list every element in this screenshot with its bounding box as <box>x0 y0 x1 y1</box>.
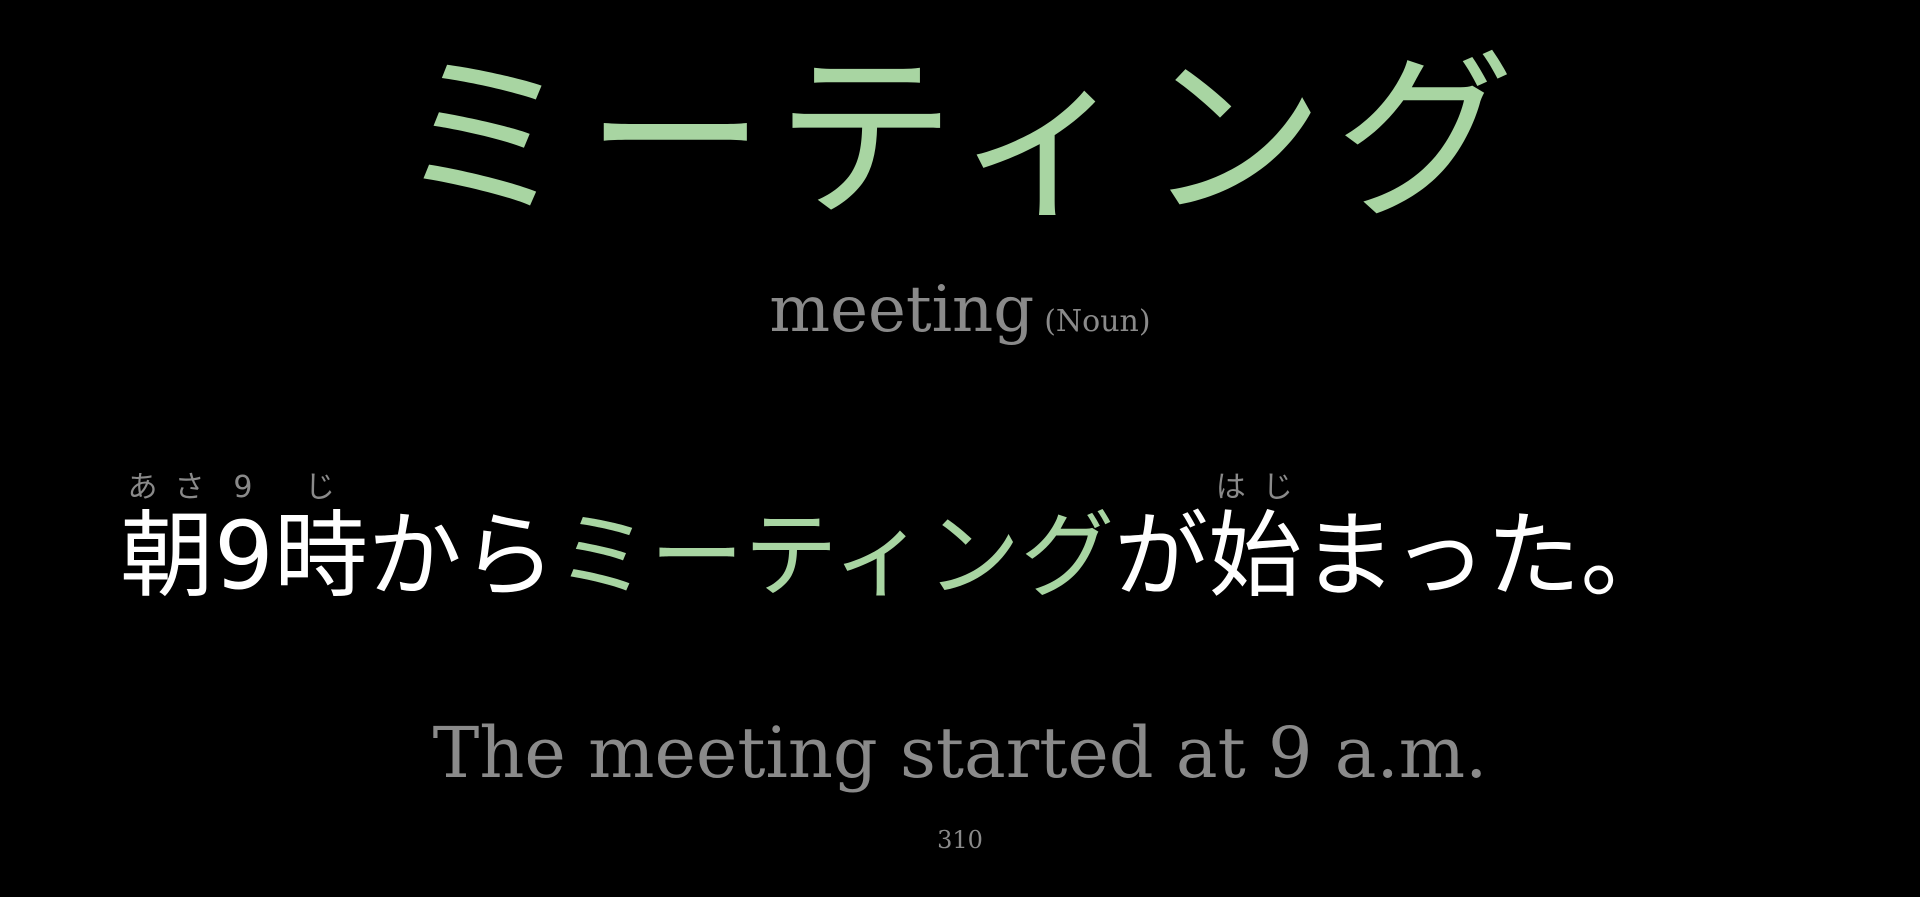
sentence-highlight-word: ミーティング <box>555 502 1115 611</box>
example-sentence: 朝あさ99時じからミーティングが始はじまった。 <box>120 470 1675 604</box>
sentence-ending: まった。 <box>1302 502 1675 611</box>
furigana-ji: じ <box>273 470 368 505</box>
sentence-particle-kara: から <box>367 502 556 611</box>
furigana-9: 9 <box>214 470 274 505</box>
english-gloss: meeting <box>769 273 1035 347</box>
sentence-word-asa: 朝あさ <box>120 470 215 611</box>
sentence-translation: The meeting started at 9 a.m. <box>432 712 1488 794</box>
part-of-speech: (Noun) <box>1044 304 1151 339</box>
sentence-particle-ga: が <box>1114 502 1209 611</box>
card-number: 310 <box>937 826 983 854</box>
flashcard: ミーティング meeting (Noun) 朝あさ99時じからミーティングが始はじ… <box>0 0 1920 897</box>
sentence-word-ji: 時じ <box>273 470 368 611</box>
furigana-haji: はじ <box>1208 470 1303 505</box>
sentence-word-haji: 始はじ <box>1208 470 1303 611</box>
headword: ミーティング <box>395 35 1525 244</box>
sentence-word-9: 99 <box>214 470 274 611</box>
gloss-row: meeting (Noun) <box>0 270 1920 350</box>
furigana-asa: あさ <box>120 470 215 505</box>
